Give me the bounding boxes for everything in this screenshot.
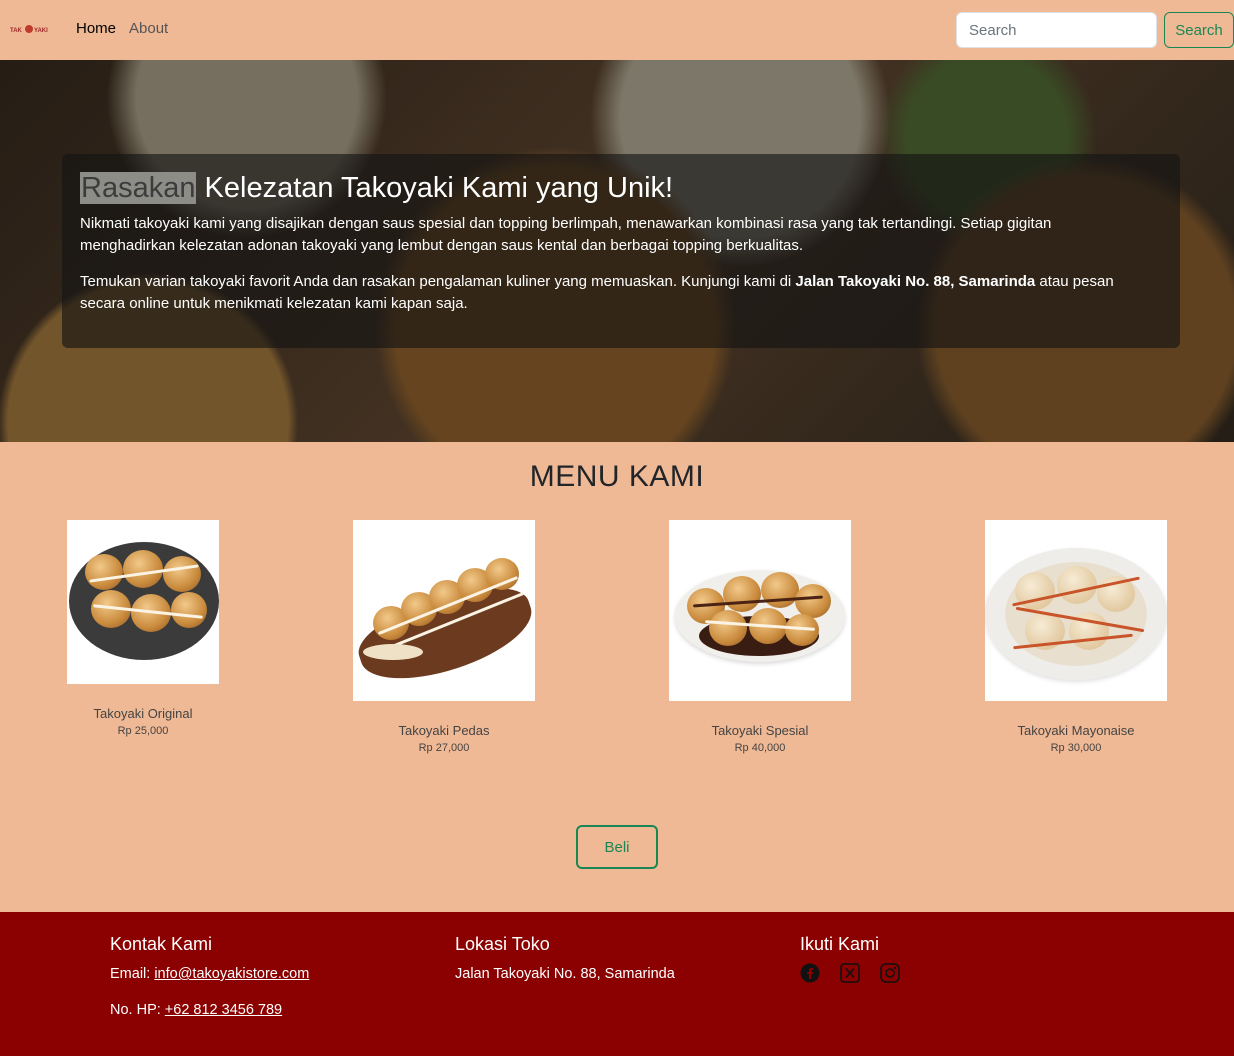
- menu-item-price: Rp 30,000: [1050, 742, 1102, 754]
- hero-title: Rasakan Kelezatan Takoyaki Kami yang Uni…: [80, 172, 673, 205]
- instagram-icon[interactable]: [880, 963, 900, 983]
- menu-item-name: Takoyaki Mayonaise: [1017, 723, 1135, 738]
- takoyaki-logo[interactable]: TAK YAKI: [10, 22, 54, 36]
- takoyaki-original-photo: [67, 520, 219, 684]
- store-address: Jalan Takoyaki No. 88, Samarinda: [455, 966, 675, 982]
- menu-title: MENU KAMI: [529, 460, 705, 493]
- buy-button[interactable]: Beli: [576, 825, 658, 869]
- social-icons: [800, 963, 900, 983]
- menu-item-pedas[interactable]: Takoyaki Pedas Rp 27,000: [353, 520, 535, 754]
- email-link[interactable]: info@takoyakistore.com: [154, 966, 309, 982]
- footer-location: Lokasi Toko Jalan Takoyaki No. 88, Samar…: [455, 934, 675, 983]
- menu-item-spesial[interactable]: Takoyaki Spesial Rp 40,000: [669, 520, 851, 754]
- facebook-icon[interactable]: [800, 963, 820, 983]
- x-twitter-icon[interactable]: [840, 963, 860, 983]
- svg-text:TAK: TAK: [10, 28, 23, 34]
- hero-text-box: Rasakan Kelezatan Takoyaki Kami yang Uni…: [62, 154, 1180, 348]
- takoyaki-spesial-photo: [669, 520, 851, 701]
- social-heading: Ikuti Kami: [800, 934, 880, 954]
- menu-item-original[interactable]: Takoyaki Original Rp 25,000: [67, 520, 219, 737]
- nav-home-link[interactable]: Home: [76, 20, 116, 37]
- location-heading: Lokasi Toko: [455, 934, 550, 954]
- footer-contact: Kontak Kami Email: info@takoyakistore.co…: [110, 934, 309, 1019]
- contact-email-line: Email: info@takoyakistore.com: [110, 965, 309, 983]
- hero-title-highlight: Rasakan: [80, 172, 197, 204]
- hero-paragraph-2-start: Temukan varian takoyaki favorit Anda dan…: [80, 273, 796, 290]
- hero-banner: Rasakan Kelezatan Takoyaki Kami yang Uni…: [0, 60, 1234, 442]
- takoyaki-mayonaise-photo: [985, 520, 1167, 701]
- footer: Kontak Kami Email: info@takoyakistore.co…: [0, 912, 1234, 1056]
- hero-paragraph-1: Nikmati takoyaki kami yang disajikan den…: [80, 215, 1052, 254]
- menu-item-name: Takoyaki Spesial: [711, 723, 809, 738]
- email-label: Email:: [110, 966, 155, 982]
- menu-item-name: Takoyaki Pedas: [398, 723, 490, 738]
- contact-phone-line: No. HP: +62 812 3456 789: [110, 1001, 309, 1019]
- footer-social: Ikuti Kami: [800, 934, 900, 983]
- search-input[interactable]: [956, 12, 1157, 48]
- svg-text:YAKI: YAKI: [34, 28, 48, 34]
- hero-paragraph-2: Temukan varian takoyaki favorit Anda dan…: [80, 271, 1150, 315]
- menu-item-price: Rp 27,000: [418, 742, 470, 754]
- menu-item-name: Takoyaki Original: [93, 706, 193, 721]
- takoyaki-pedas-photo: [353, 520, 535, 701]
- store-address-bold: Jalan Takoyaki No. 88, Samarinda: [795, 273, 1036, 290]
- menu-item-price: Rp 40,000: [734, 742, 786, 754]
- contact-heading: Kontak Kami: [110, 934, 213, 954]
- navbar: TAK YAKI Home About Search: [0, 0, 1234, 60]
- menu-item-mayonaise[interactable]: Takoyaki Mayonaise Rp 30,000: [985, 520, 1167, 754]
- phone-label: No. HP:: [110, 1002, 165, 1018]
- nav-about-link[interactable]: About: [129, 20, 168, 37]
- search-button[interactable]: Search: [1164, 12, 1234, 48]
- hero-title-rest: Kelezatan Takoyaki Kami yang Unik!: [196, 172, 674, 204]
- phone-link[interactable]: +62 812 3456 789: [165, 1002, 282, 1018]
- menu-item-price: Rp 25,000: [117, 725, 169, 737]
